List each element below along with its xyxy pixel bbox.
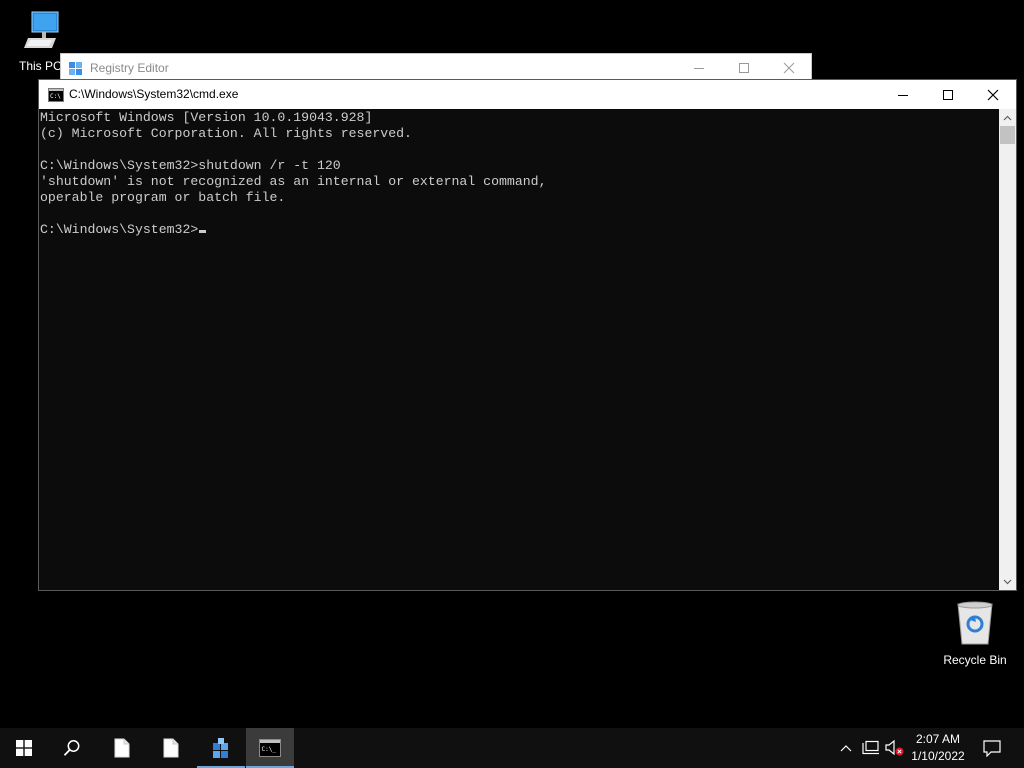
svg-text:C:\_: C:\_ — [262, 746, 277, 753]
console-line: operable program or batch file. — [40, 190, 286, 205]
taskbar-registry-editor-button[interactable] — [197, 728, 245, 768]
close-icon — [783, 62, 795, 74]
console-prompt: C:\Windows\System32> — [40, 222, 199, 237]
recycle-bin-label: Recycle Bin — [943, 653, 1007, 667]
chevron-down-icon — [1003, 579, 1012, 584]
this-pc-desktop-icon[interactable]: This PC — [4, 8, 74, 73]
svg-text:C:\: C:\ — [50, 93, 61, 100]
start-icon — [16, 740, 32, 756]
volume-button[interactable] — [885, 738, 905, 758]
taskbar-file-button-2[interactable] — [147, 728, 195, 768]
console-line: (c) Microsoft Corporation. All rights re… — [40, 126, 412, 141]
registry-editor-title: Registry Editor — [90, 61, 169, 75]
show-hidden-icons-button[interactable] — [838, 738, 854, 758]
maximize-icon — [739, 63, 749, 73]
close-icon — [987, 89, 999, 100]
cmd-maximize-button[interactable] — [925, 80, 971, 109]
notification-icon — [983, 739, 1001, 757]
taskbar-cmd-button[interactable]: C:\_ — [246, 728, 294, 768]
clock-date: 1/10/2022 — [911, 749, 965, 763]
console-line: C:\Windows\System32>shutdown /r -t 120 — [40, 158, 341, 173]
cmd-minimize-button[interactable] — [880, 80, 926, 109]
network-button[interactable] — [861, 738, 881, 758]
minimize-icon — [694, 68, 704, 69]
console-output[interactable]: Microsoft Windows [Version 10.0.19043.92… — [39, 109, 999, 590]
minimize-icon — [898, 94, 908, 96]
cmd-close-button[interactable] — [970, 80, 1016, 109]
action-center-button[interactable] — [981, 738, 1003, 758]
scroll-down-button[interactable] — [999, 573, 1016, 590]
regedit-maximize-button[interactable] — [722, 58, 766, 78]
cmd-title: C:\Windows\System32\cmd.exe — [69, 87, 239, 101]
vertical-scrollbar[interactable] — [999, 109, 1016, 590]
taskbar-file-button-1[interactable] — [98, 728, 146, 768]
console-line: 'shutdown' is not recognized as an inter… — [40, 174, 547, 189]
search-icon — [63, 740, 80, 756]
computer-icon — [4, 8, 74, 55]
recycle-bin-desktop-icon[interactable]: Recycle Bin — [940, 600, 1010, 667]
scroll-up-button[interactable] — [999, 109, 1016, 126]
clock-time: 2:07 AM — [915, 732, 961, 746]
system-clock[interactable]: 2:07 AM 1/10/2022 — [904, 731, 972, 765]
console-line: ​ — [40, 142, 999, 158]
file-icon — [163, 738, 179, 758]
registry-editor-icon — [213, 738, 228, 758]
console-prompt-line[interactable]: C:\Windows\System32> — [40, 222, 999, 238]
regedit-minimize-button[interactable] — [677, 58, 721, 78]
scrollbar-thumb[interactable] — [1000, 126, 1015, 144]
console-line: ​ — [40, 206, 999, 222]
command-prompt-icon: C:\ — [48, 88, 64, 107]
console-line: Microsoft Windows [Version 10.0.19043.92… — [40, 110, 373, 125]
recycle-bin-icon — [940, 600, 1010, 649]
text-cursor — [199, 230, 207, 233]
taskbar: C:\_ 2:07 AM 1/10/2022 — [0, 728, 1024, 768]
file-icon — [114, 738, 130, 758]
command-prompt-window[interactable]: C:\ C:\Windows\System32\cmd.exe Microsof… — [38, 79, 1017, 591]
command-prompt-icon: C:\_ — [259, 739, 281, 757]
volume-muted-icon — [885, 739, 904, 756]
start-button[interactable] — [0, 728, 48, 768]
chevron-up-icon — [840, 745, 852, 752]
this-pc-label: This PC — [19, 59, 62, 73]
search-button[interactable] — [48, 728, 96, 768]
network-icon — [862, 740, 879, 755]
cmd-titlebar[interactable]: C:\ C:\Windows\System32\cmd.exe — [39, 80, 1016, 109]
maximize-icon — [943, 89, 953, 100]
chevron-up-icon — [1003, 115, 1012, 120]
regedit-close-button[interactable] — [767, 58, 811, 78]
